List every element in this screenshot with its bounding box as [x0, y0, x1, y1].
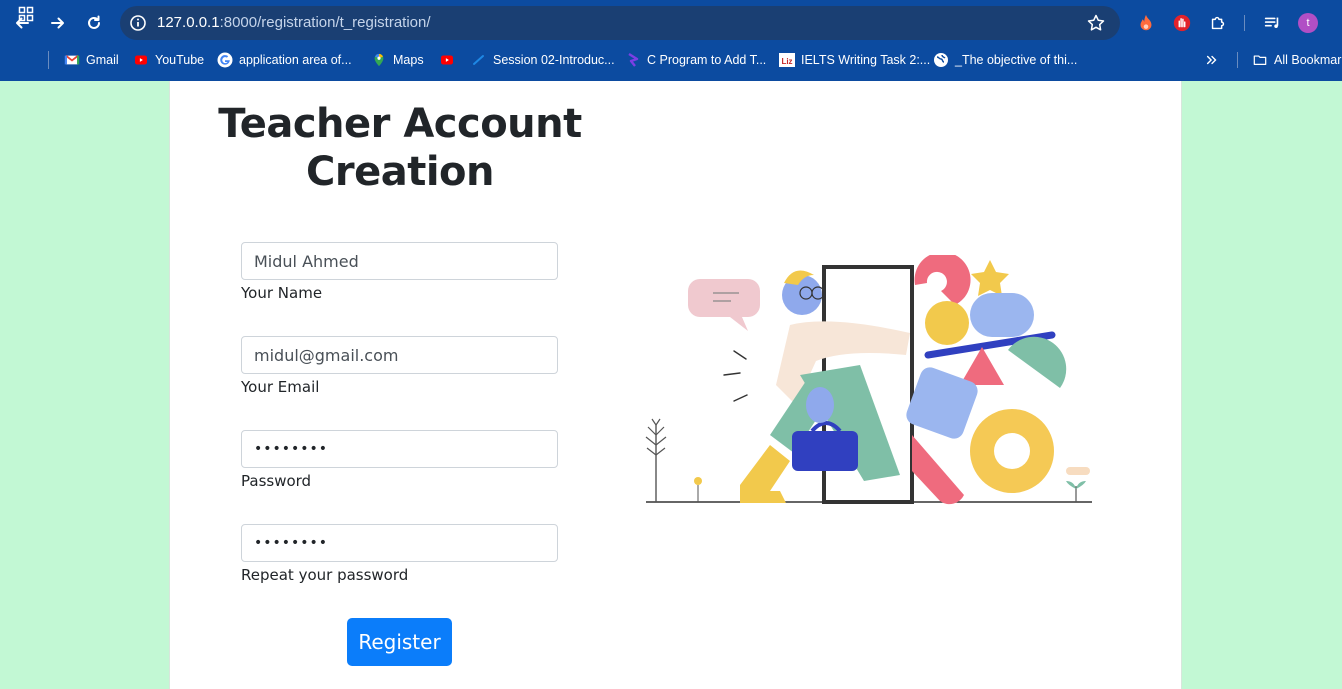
- bookmark-maps[interactable]: Maps: [371, 50, 424, 70]
- site-info-icon[interactable]: [129, 14, 147, 32]
- youtube-icon: [133, 52, 149, 68]
- email-input[interactable]: midul@gmail.com: [241, 336, 558, 374]
- bookmark-application-area[interactable]: application area of...: [217, 50, 352, 70]
- all-bookmarks-button[interactable]: All Bookmarks: [1252, 50, 1342, 70]
- maps-icon: [371, 52, 387, 68]
- bookmark-star-icon[interactable]: [1086, 13, 1106, 33]
- bookmark-gmail[interactable]: Gmail: [64, 50, 119, 70]
- bookmark-ielts[interactable]: Liz IELTS Writing Task 2:...: [779, 50, 930, 70]
- profile-avatar[interactable]: t: [1298, 13, 1318, 33]
- link-icon: [471, 52, 487, 68]
- bookmark-label: Session 02-Introduc...: [493, 53, 615, 67]
- bookmark-label: Maps: [393, 53, 424, 67]
- bookmarks-divider: [48, 51, 49, 69]
- password-input[interactable]: ••••••••: [241, 430, 558, 468]
- bookmark-session-02[interactable]: Session 02-Introduc...: [471, 50, 615, 70]
- bookmark-label: _The objective of thi...: [955, 53, 1078, 67]
- more-bookmarks-button[interactable]: [1204, 50, 1220, 70]
- name-label: Your Name: [241, 284, 323, 302]
- bookmark-objective[interactable]: _The objective of thi...: [933, 50, 1077, 70]
- bookmark-label: IELTS Writing Task 2:...: [801, 53, 931, 67]
- bookmark-c-program[interactable]: C Program to Add T...: [625, 50, 766, 70]
- c-program-icon: [625, 52, 641, 68]
- page-title: Teacher Account Creation: [218, 101, 582, 195]
- gmail-icon: [64, 52, 80, 68]
- password-label: Password: [241, 472, 312, 490]
- repeat-password-label: Repeat your password: [241, 566, 409, 584]
- media-playlist-icon[interactable]: [1261, 12, 1283, 34]
- bookmark-label: Gmail: [86, 53, 119, 67]
- chevron-double-right-icon: [1204, 52, 1220, 68]
- bookmark-label: application area of...: [239, 53, 352, 67]
- bookmark-label: YouTube: [155, 53, 205, 67]
- forward-button[interactable]: [45, 10, 71, 36]
- folder-icon: [1252, 52, 1268, 68]
- bookmark-youtube[interactable]: YouTube: [133, 50, 204, 70]
- url-text: 127.0.0.1:8000/registration/t_registrati…: [157, 14, 431, 31]
- bookmark-label: C Program to Add T...: [647, 53, 767, 67]
- address-bar[interactable]: 127.0.0.1:8000/registration/t_registrati…: [120, 6, 1120, 40]
- toolbar-divider: [1244, 15, 1245, 31]
- name-input[interactable]: Midul Ahmed: [241, 242, 558, 280]
- extensions-puzzle-icon[interactable]: [1207, 12, 1229, 34]
- globe-icon: [933, 52, 949, 68]
- bookmark-label: All Bookmarks: [1274, 53, 1342, 67]
- repeat-password-input[interactable]: ••••••••: [241, 524, 558, 562]
- liz-icon: Liz: [779, 52, 795, 68]
- svg-text:Liz: Liz: [781, 57, 792, 66]
- reload-icon: [88, 15, 100, 29]
- extension-flame-icon[interactable]: [1135, 12, 1157, 34]
- illustration-person-with-shapes: [645, 255, 1092, 505]
- youtube-icon: [439, 52, 455, 68]
- bookmark-youtube-2[interactable]: [439, 50, 455, 70]
- register-button[interactable]: Register: [347, 618, 452, 666]
- email-label: Your Email: [241, 378, 320, 396]
- apps-grid-icon[interactable]: [18, 4, 34, 24]
- google-icon: [217, 52, 233, 68]
- reload-button[interactable]: [81, 10, 107, 36]
- arrow-right-icon: [51, 17, 64, 29]
- bookmarks-divider: [1237, 52, 1238, 68]
- extension-hand-icon[interactable]: [1171, 12, 1193, 34]
